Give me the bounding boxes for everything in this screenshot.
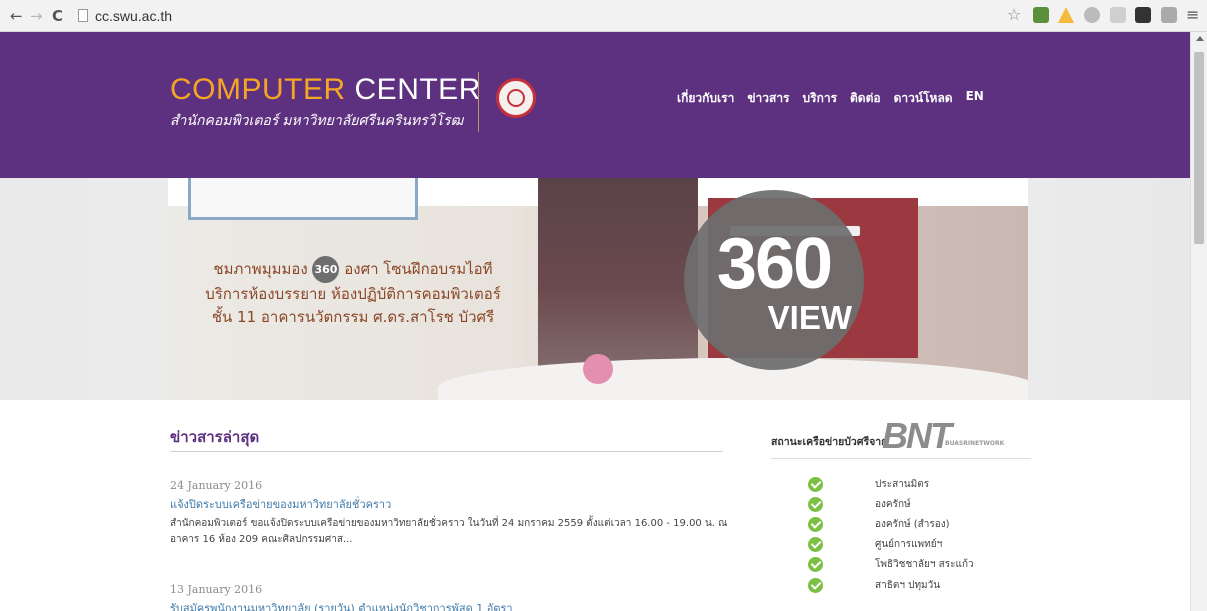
- news-divider: [170, 451, 723, 452]
- nav-about[interactable]: เกี่ยวกับเรา: [677, 89, 734, 108]
- hero-text: ชมภาพมุมมอง 360 องศา โซนฝึกอบรมไอที บริก…: [198, 256, 508, 329]
- nav-news[interactable]: ข่าวสาร: [747, 89, 789, 108]
- site-name: องครักษ์ (สำรอง): [875, 519, 950, 530]
- network-status-row: องครักษ์ (สำรอง): [808, 516, 950, 533]
- check-circle-icon: [808, 497, 823, 512]
- hero-banner[interactable]: ชมภาพมุมมอง 360 องศา โซนฝึกอบรมไอที บริก…: [168, 178, 1028, 400]
- nav-language[interactable]: EN: [966, 89, 984, 108]
- check-circle-icon: [808, 477, 823, 492]
- scroll-up-icon[interactable]: [1196, 36, 1204, 41]
- network-status-row: ศูนย์การแพทย์ฯ: [808, 536, 942, 553]
- logo-center: CENTER: [354, 73, 481, 106]
- hero-line1-after: องศา โซนฝึกอบรมไอที: [344, 260, 493, 278]
- bnt-logo-subtitle: BUASRINETWORK: [945, 440, 1005, 447]
- extension-icon[interactable]: [1161, 7, 1177, 23]
- check-circle-icon: [808, 578, 823, 593]
- news-section-title: ข่าวสารล่าสุด: [170, 428, 260, 446]
- news-date: 13 January 2016: [170, 583, 263, 596]
- vertical-scrollbar[interactable]: [1190, 32, 1207, 611]
- network-status-title: สถานะเครือข่ายบัวศรีจาก: [771, 436, 888, 448]
- hero-line3: ชั้น 11 อาคารนวัตกรรม ศ.ดร.สาโรช บัวศรี: [211, 308, 495, 326]
- address-bar[interactable]: cc.swu.ac.th: [95, 8, 172, 24]
- site-header: COMPUTER CENTER สำนักคอมพิวเตอร์ มหาวิทย…: [0, 32, 1190, 178]
- news-date: 24 January 2016: [170, 479, 263, 492]
- extension-icon[interactable]: [1084, 7, 1100, 23]
- logo-subtitle: สำนักคอมพิวเตอร์ มหาวิทยาลัยศรีนครินทรวิ…: [170, 112, 464, 128]
- monitor-image: [188, 178, 418, 220]
- network-status-row: องครักษ์: [808, 496, 911, 513]
- news-item: 24 January 2016 แจ้งปิดระบบเครือข่ายของม…: [170, 479, 730, 548]
- hero-line1-before: ชมภาพมุมมอง: [213, 260, 308, 278]
- circle-view-text: VIEW: [767, 299, 852, 336]
- extension-icon[interactable]: [1033, 7, 1049, 23]
- news-item: 13 January 2016 รับสมัครพนักงานมหาวิทยาล…: [170, 583, 730, 611]
- forward-arrow-icon[interactable]: →: [30, 7, 43, 25]
- extension-icon[interactable]: [1135, 7, 1151, 23]
- check-circle-icon: [808, 517, 823, 532]
- site-name: สาธิตฯ ปทุมวัน: [875, 580, 941, 591]
- nav-services[interactable]: บริการ: [803, 89, 838, 108]
- circle-360-text: 360: [716, 224, 833, 304]
- site-name: โพธิวิชชาลัยฯ สระแก้ว: [875, 559, 974, 570]
- hero-line2: บริการห้องบรรยาย ห้องปฏิบัติการคอมพิวเตอ…: [205, 285, 501, 303]
- bnt-logo[interactable]: BNT: [882, 418, 952, 454]
- nav-contact[interactable]: ติดต่อ: [850, 89, 881, 108]
- scrollbar-thumb[interactable]: [1194, 52, 1204, 244]
- reload-icon[interactable]: C: [52, 7, 63, 25]
- check-circle-icon: [808, 537, 823, 552]
- extension-icon[interactable]: [1110, 7, 1126, 23]
- drive-icon[interactable]: [1058, 7, 1074, 23]
- news-headline-link[interactable]: รับสมัครพนักงานมหาวิทยาลัย (รายวัน) ตำแห…: [170, 599, 730, 611]
- main-nav: เกี่ยวกับเรา ข่าวสาร บริการ ติดต่อ ดาวน์…: [677, 89, 984, 108]
- bookmark-star-icon[interactable]: ☆: [1007, 5, 1023, 24]
- 360-view-circle[interactable]: 360 VIEW: [684, 190, 864, 370]
- network-status-row: โพธิวิชชาลัยฯ สระแก้ว: [808, 556, 974, 573]
- chrome-menu-icon[interactable]: ≡: [1186, 5, 1202, 24]
- site-logo[interactable]: COMPUTER CENTER: [170, 74, 481, 106]
- site-name: ประสานมิตร: [875, 479, 930, 490]
- logo-divider: [478, 72, 479, 132]
- news-headline-link[interactable]: แจ้งปิดระบบเครือข่ายของมหาวิทยาลัยชั่วคร…: [170, 495, 730, 513]
- hero-360-badge: 360: [312, 256, 340, 283]
- back-arrow-icon[interactable]: ←: [10, 7, 23, 25]
- check-circle-icon: [808, 557, 823, 572]
- site-name: ศูนย์การแพทย์ฯ: [875, 539, 943, 550]
- logo-computer: COMPUTER: [170, 73, 346, 106]
- university-seal-icon: [496, 78, 536, 118]
- nav-download[interactable]: ดาวน์โหลด: [894, 89, 953, 108]
- news-description: สำนักคอมพิวเตอร์ ขอแจ้งปิดระบบเครือข่ายข…: [170, 518, 728, 545]
- network-status-row: ประสานมิตร: [808, 476, 929, 493]
- browser-toolbar: ← → C cc.swu.ac.th ☆ ≡: [0, 0, 1207, 32]
- site-name: องครักษ์: [875, 499, 911, 510]
- network-divider: [771, 458, 1031, 459]
- page-icon: [78, 9, 88, 22]
- network-status-row: สาธิตฯ ปทุมวัน: [808, 577, 940, 594]
